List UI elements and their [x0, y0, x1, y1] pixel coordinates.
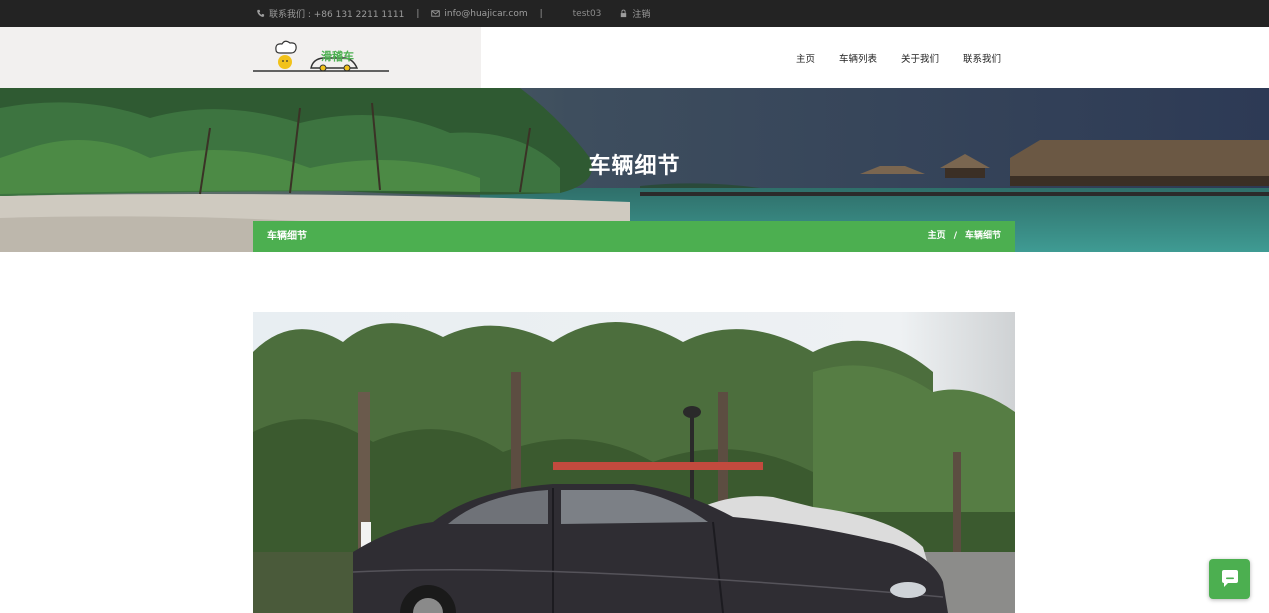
logout-text[interactable]: 注销	[632, 7, 650, 20]
envelope-icon	[431, 10, 441, 17]
separator: |	[416, 8, 420, 19]
phone-text: 联系我们 : +86 131 2211 1111	[269, 10, 405, 20]
top-bar: 联系我们 : +86 131 2211 1111 | info@huajicar…	[0, 0, 1269, 27]
nav-about[interactable]: 关于我们	[901, 51, 939, 65]
chat-icon	[1221, 570, 1238, 587]
lock-icon	[621, 9, 627, 18]
main-nav: 主页 车辆列表 关于我们 联系我们	[796, 27, 1001, 88]
page-title: 车辆细节	[588, 154, 681, 179]
chat-button[interactable]	[1209, 559, 1250, 599]
breadcrumb-bar-title: 车辆细节	[267, 231, 307, 242]
email-text[interactable]: info@huajicar.com	[444, 9, 527, 19]
contact-email[interactable]: info@huajicar.com	[431, 9, 528, 19]
username[interactable]: test03	[573, 9, 602, 19]
breadcrumb-bar: 车辆细节 主页 / 车辆细节	[253, 221, 1015, 252]
phone-icon	[257, 9, 265, 17]
site-logo[interactable]: 滑稽车	[253, 37, 391, 77]
logout-link[interactable]: 注销	[619, 7, 650, 20]
logo-graphic: 滑稽车	[253, 40, 389, 72]
breadcrumb-separator: /	[953, 231, 957, 241]
vehicle-photo	[253, 312, 1015, 613]
breadcrumb-current: 车辆细节	[964, 231, 1001, 241]
contact-phone: 联系我们 : +86 131 2211 1111	[256, 7, 404, 20]
site-header: 滑稽车 主页 车辆列表 关于我们 联系我们	[0, 27, 1269, 88]
svg-text:滑稽车: 滑稽车	[321, 49, 354, 63]
breadcrumb-home[interactable]: 主页	[928, 221, 946, 252]
nav-home[interactable]: 主页	[796, 51, 815, 65]
nav-vehicle-list[interactable]: 车辆列表	[839, 51, 877, 65]
separator: |	[539, 8, 543, 19]
nav-contact[interactable]: 联系我们	[963, 51, 1001, 65]
vehicle-image	[253, 312, 1015, 613]
breadcrumb: 主页 / 车辆细节	[928, 221, 1001, 252]
logo-area	[0, 27, 481, 88]
